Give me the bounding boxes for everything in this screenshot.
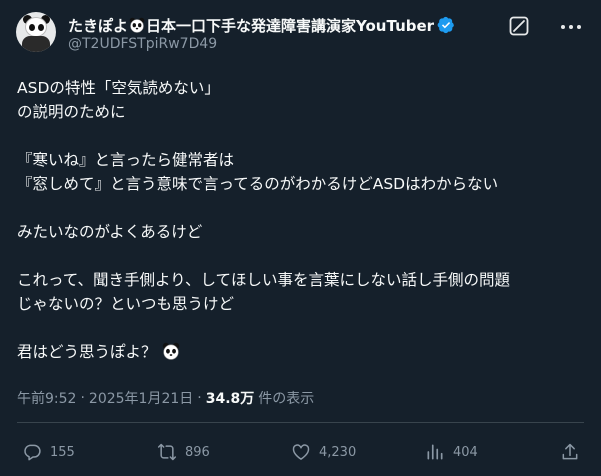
- tweet-line: 『寒いね』と言ったら健常者は: [17, 151, 235, 169]
- author-name-row[interactable]: たきぽよ 日本一口下手な発達障害講演家YouTuber: [68, 14, 455, 36]
- share-button[interactable]: [560, 442, 588, 462]
- tweet-line: みたいなのがよくあるけど: [17, 223, 203, 241]
- tweet-line: ASDの特性「空気読めない」: [17, 79, 220, 97]
- tweet-gap: [17, 196, 587, 220]
- tweet-line: の説明のために: [17, 103, 126, 121]
- views-count[interactable]: 34.8万: [206, 388, 255, 408]
- meta-separator: ·: [80, 390, 85, 406]
- repost-button[interactable]: 896: [157, 442, 210, 462]
- display-name-suffix[interactable]: 日本一口下手な発達障害講演家YouTuber: [146, 15, 434, 36]
- divider: [17, 422, 584, 423]
- tweet-line-text: 君はどう思うぽよ？: [17, 343, 157, 361]
- avatar-eye-right: [38, 24, 44, 31]
- author-handle[interactable]: @T2UDFSTpiRw7D49: [68, 36, 217, 52]
- panda-emoji-icon: [163, 342, 180, 360]
- views-label: 件の表示: [258, 391, 315, 407]
- bookmark-count: 404: [453, 444, 478, 460]
- meta-separator: ·: [197, 390, 202, 406]
- like-count: 4,230: [319, 444, 357, 460]
- tweet-meta: 午前9:52 · 2025年1月21日 · 34.8万 件の表示: [17, 388, 314, 408]
- tweet-gap: [17, 124, 587, 148]
- display-name-prefix[interactable]: たきぽよ: [68, 15, 128, 36]
- share-icon: [562, 443, 578, 460]
- avatar-eye-left: [29, 24, 35, 31]
- bookmark-icon: [427, 444, 443, 460]
- grok-icon[interactable]: [508, 15, 530, 37]
- tweet-text: ASDの特性「空気読めない」 の説明のために 『寒いね』と言ったら健常者は 『窓…: [17, 76, 587, 364]
- like-icon: [292, 444, 310, 460]
- reply-count: 155: [50, 444, 75, 460]
- like-button[interactable]: 4,230: [291, 442, 356, 462]
- verified-badge-icon: [437, 16, 454, 34]
- reply-icon: [24, 444, 41, 461]
- avatar-body: [22, 36, 50, 52]
- avatar[interactable]: [16, 12, 56, 52]
- tweet-date[interactable]: 2025年1月21日: [89, 388, 193, 408]
- tweet-line-last: 君はどう思うぽよ？: [17, 340, 587, 364]
- repost-count: 896: [185, 444, 210, 460]
- tweet-line: じゃないの？といつも思うけど: [17, 295, 235, 313]
- bookmark-button[interactable]: 404: [425, 442, 478, 462]
- tweet-line: これって、聞き手側より、してほしい事を言葉にしない話し手側の問題: [17, 271, 511, 289]
- action-bar: 155 896 4,230 404: [0, 436, 601, 470]
- tweet-line: 『窓しめて』と言う意味で言ってるのがわかるけどASDはわからない: [17, 175, 499, 193]
- reply-button[interactable]: 155: [22, 442, 75, 462]
- tweet-gap: [17, 316, 587, 340]
- tweet-gap: [17, 244, 587, 268]
- more-icon[interactable]: [560, 24, 582, 30]
- repost-icon: [157, 443, 177, 461]
- panda-emoji-icon: [129, 17, 145, 33]
- tweet-time[interactable]: 午前9:52: [17, 388, 76, 408]
